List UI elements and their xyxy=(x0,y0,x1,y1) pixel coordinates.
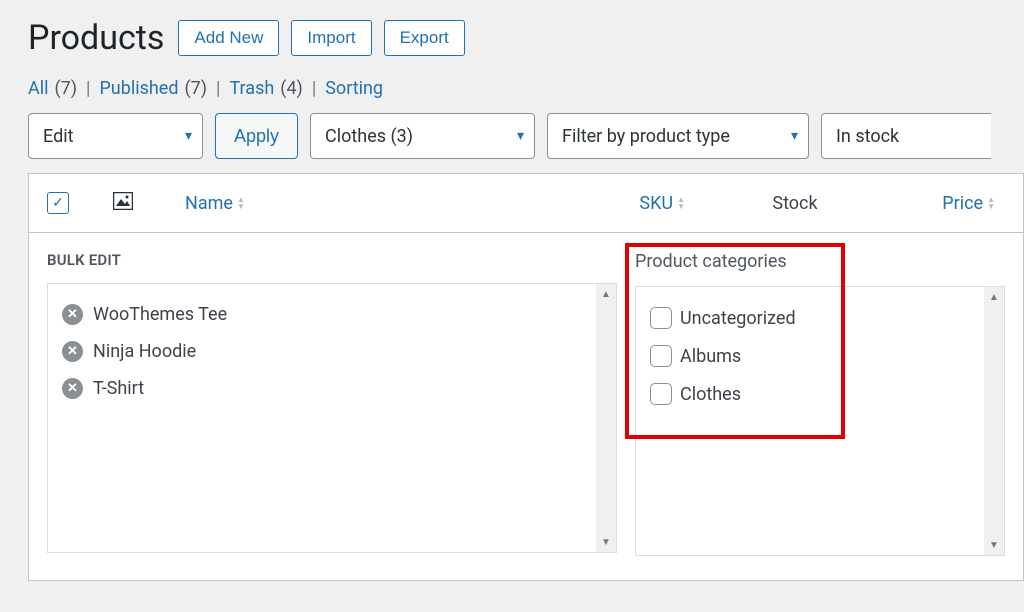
sort-icon: ▲▼ xyxy=(237,196,245,210)
category-checkbox[interactable] xyxy=(650,307,672,329)
import-button[interactable]: Import xyxy=(291,20,371,56)
page-title: Products xyxy=(28,18,164,58)
remove-icon[interactable]: ✕ xyxy=(62,341,83,362)
product-name: Ninja Hoodie xyxy=(93,341,196,362)
column-stock-label: Stock xyxy=(772,193,817,214)
filter-toolbar: Edit ▾ Apply Clothes (3) ▾ Filter by pro… xyxy=(28,113,1024,159)
product-categories-title: Product categories xyxy=(635,251,1005,272)
scrollbar[interactable]: ▲ ▼ xyxy=(596,284,616,552)
bulk-edit-panel: BULK EDIT ✕ WooThemes Tee ✕ Ninja Hoodie… xyxy=(28,233,1024,581)
product-type-filter-select[interactable]: Filter by product type ▾ xyxy=(547,113,809,159)
status-filters: All (7) | Published (7) | Trash (4) | So… xyxy=(28,78,1024,99)
remove-icon[interactable]: ✕ xyxy=(62,378,83,399)
scroll-up-icon[interactable]: ▲ xyxy=(596,284,616,304)
bulk-edit-categories-box: Uncategorized Albums Clothes ▲ ▼ xyxy=(635,286,1005,556)
scroll-up-icon[interactable]: ▲ xyxy=(984,287,1004,307)
category-checkbox[interactable] xyxy=(650,345,672,367)
category-item: Uncategorized xyxy=(646,299,994,337)
list-item: ✕ Ninja Hoodie xyxy=(58,333,606,370)
category-item: Albums xyxy=(646,337,994,375)
column-price-header[interactable]: Price ▲▼ xyxy=(942,193,995,214)
select-all-checkbox[interactable]: ✓ xyxy=(47,192,69,214)
column-name-label: Name xyxy=(185,193,233,214)
product-name: T-Shirt xyxy=(93,378,144,399)
separator: | xyxy=(309,78,319,99)
chevron-down-icon: ▾ xyxy=(517,128,524,144)
separator: | xyxy=(213,78,223,99)
status-sorting-link[interactable]: Sorting xyxy=(325,78,383,99)
status-trash-count: (4) xyxy=(280,78,303,99)
chevron-down-icon: ▾ xyxy=(185,128,192,144)
page-header: Products Add New Import Export xyxy=(28,18,1024,58)
scroll-down-icon[interactable]: ▼ xyxy=(596,532,616,552)
scrollbar[interactable]: ▲ ▼ xyxy=(984,287,1004,555)
category-filter-value: Clothes (3) xyxy=(325,126,413,147)
bulk-edit-products-box: ✕ WooThemes Tee ✕ Ninja Hoodie ✕ T-Shirt… xyxy=(47,283,617,553)
list-item: ✕ T-Shirt xyxy=(58,370,606,407)
status-all-link[interactable]: All xyxy=(28,78,49,99)
category-label: Uncategorized xyxy=(680,308,796,329)
category-checkbox[interactable] xyxy=(650,383,672,405)
separator: | xyxy=(83,78,93,99)
bulk-action-value: Edit xyxy=(43,126,73,147)
column-sku-header[interactable]: SKU ▲▼ xyxy=(639,193,685,214)
stock-filter-value: In stock xyxy=(836,126,899,147)
scroll-down-icon[interactable]: ▼ xyxy=(984,535,1004,555)
product-type-filter-value: Filter by product type xyxy=(562,126,730,147)
table-header-row: ✓ Name ▲▼ SKU ▲▼ Stock Price ▲▼ xyxy=(28,173,1024,233)
add-new-button[interactable]: Add New xyxy=(178,20,279,56)
category-label: Albums xyxy=(680,346,741,367)
status-published-count: (7) xyxy=(185,78,208,99)
apply-button[interactable]: Apply xyxy=(215,113,298,159)
remove-icon[interactable]: ✕ xyxy=(62,304,83,325)
image-column-icon xyxy=(113,191,133,215)
list-item: ✕ WooThemes Tee xyxy=(58,296,606,333)
category-filter-select[interactable]: Clothes (3) ▾ xyxy=(310,113,535,159)
column-stock-header: Stock xyxy=(695,193,895,214)
stock-filter-select[interactable]: In stock xyxy=(821,113,991,159)
status-trash-link[interactable]: Trash xyxy=(229,78,274,99)
column-name-header[interactable]: Name ▲▼ xyxy=(185,193,245,214)
status-published-link[interactable]: Published xyxy=(99,78,178,99)
export-button[interactable]: Export xyxy=(384,20,465,56)
sort-icon: ▲▼ xyxy=(987,196,995,210)
product-name: WooThemes Tee xyxy=(93,304,227,325)
bulk-action-select[interactable]: Edit ▾ xyxy=(28,113,203,159)
bulk-edit-title: BULK EDIT xyxy=(47,251,617,269)
chevron-down-icon: ▾ xyxy=(791,128,798,144)
column-price-label: Price xyxy=(942,193,983,214)
sort-icon: ▲▼ xyxy=(677,196,685,210)
category-label: Clothes xyxy=(680,384,741,405)
column-sku-label: SKU xyxy=(639,193,673,214)
status-all-count: (7) xyxy=(55,78,78,99)
category-item: Clothes xyxy=(646,375,994,413)
